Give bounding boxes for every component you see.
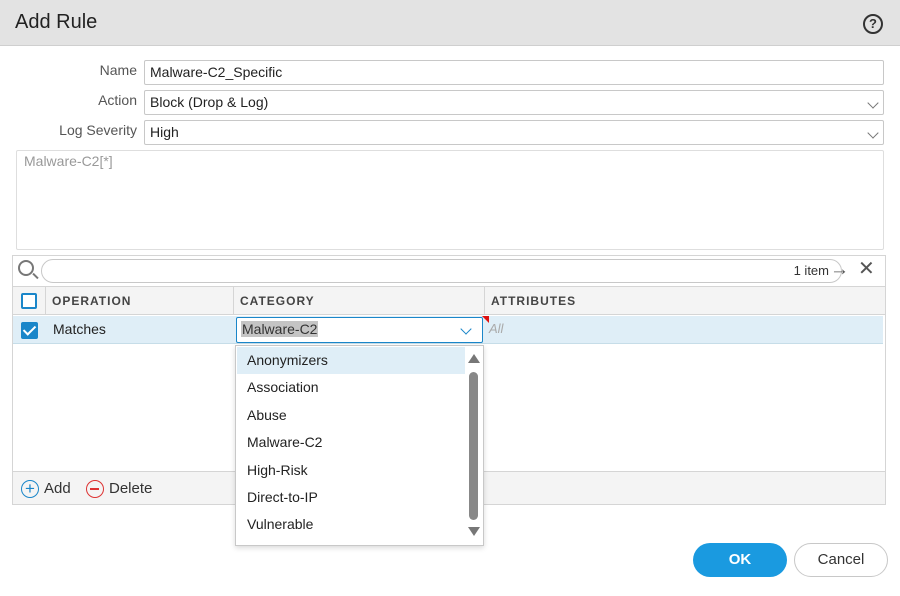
close-icon[interactable]: ✕ xyxy=(858,259,875,279)
chevron-down-icon xyxy=(867,97,879,109)
action-value: Block (Drop & Log) xyxy=(150,94,269,110)
help-icon[interactable]: ? xyxy=(863,14,883,34)
column-attributes[interactable]: ATTRIBUTES xyxy=(484,287,884,315)
expression-text: Malware-C2[*] xyxy=(24,153,113,169)
name-label: Name xyxy=(99,62,137,78)
log-severity-select[interactable]: High xyxy=(144,120,884,145)
grid-header: OPERATION CATEGORY ATTRIBUTES xyxy=(13,286,885,315)
scroll-up-arrow-icon[interactable] xyxy=(468,354,480,363)
row-checkbox[interactable] xyxy=(21,322,38,339)
category-dropdown-list: Anonymizers Association Abuse Malware-C2… xyxy=(235,345,484,546)
action-select[interactable]: Block (Drop & Log) xyxy=(144,90,884,115)
scrollbar-thumb[interactable] xyxy=(469,372,478,520)
dialog-title: Add Rule xyxy=(15,11,98,33)
column-operation[interactable]: OPERATION xyxy=(45,287,233,315)
dropdown-option-abuse[interactable]: Abuse xyxy=(237,402,465,429)
table-row[interactable]: Matches Malware-C2 All xyxy=(13,316,883,344)
add-button[interactable]: Add xyxy=(44,480,71,497)
chevron-down-icon xyxy=(867,127,879,139)
grid-search-input[interactable]: 1 item xyxy=(41,259,842,283)
item-count: 1 item xyxy=(793,263,829,278)
ok-button[interactable]: OK xyxy=(693,543,787,577)
search-icon xyxy=(18,260,34,276)
dropdown-option-association[interactable]: Association xyxy=(237,374,465,401)
dropdown-option-direct-to-ip[interactable]: Direct-to-IP xyxy=(237,484,465,511)
operation-cell: Matches xyxy=(53,321,106,337)
dropdown-option-high-risk[interactable]: High-Risk xyxy=(237,457,465,484)
name-value: Malware-C2_Specific xyxy=(150,64,283,80)
name-field[interactable]: Malware-C2_Specific xyxy=(144,60,884,85)
column-category[interactable]: CATEGORY xyxy=(233,287,484,315)
cancel-button[interactable]: Cancel xyxy=(794,543,888,577)
chevron-down-icon[interactable] xyxy=(460,323,472,335)
expression-textarea[interactable]: Malware-C2[*] xyxy=(16,150,884,250)
modified-marker-icon xyxy=(482,316,489,323)
add-icon[interactable]: + xyxy=(21,480,39,498)
select-all-checkbox[interactable] xyxy=(21,293,37,309)
log-severity-label: Log Severity xyxy=(59,122,137,138)
scroll-down-arrow-icon[interactable] xyxy=(468,527,480,536)
category-combobox[interactable]: Malware-C2 xyxy=(236,317,483,343)
arrow-right-icon[interactable]: → xyxy=(830,260,849,280)
dialog-titlebar: Add Rule ? xyxy=(0,0,900,46)
dropdown-option-vulnerable[interactable]: Vulnerable xyxy=(237,511,465,538)
delete-icon[interactable] xyxy=(86,480,104,498)
attributes-cell: All xyxy=(489,321,504,336)
dropdown-option-anonymizers[interactable]: Anonymizers xyxy=(237,347,465,374)
category-value: Malware-C2 xyxy=(241,321,319,337)
dropdown-option-malware-c2[interactable]: Malware-C2 xyxy=(237,429,465,456)
delete-button[interactable]: Delete xyxy=(109,480,152,497)
log-severity-value: High xyxy=(150,124,179,140)
action-label: Action xyxy=(98,92,137,108)
